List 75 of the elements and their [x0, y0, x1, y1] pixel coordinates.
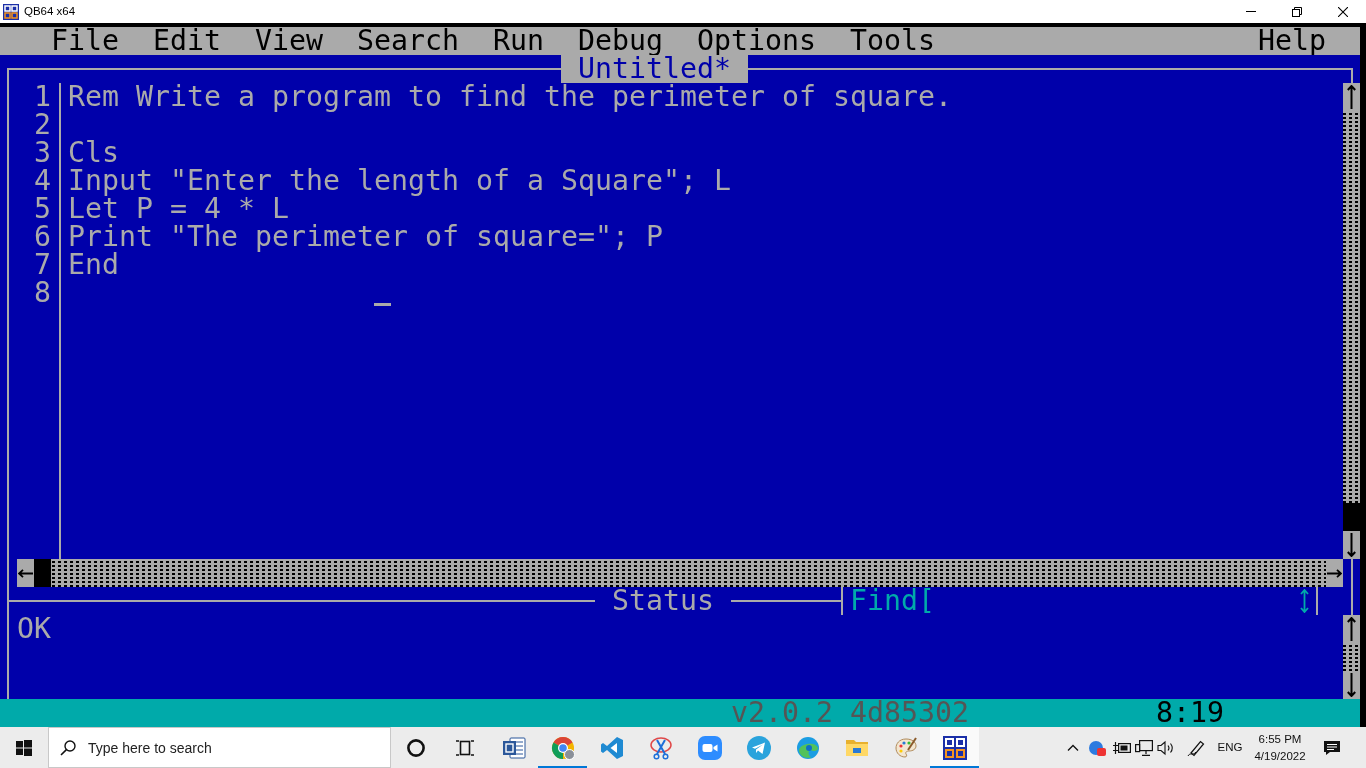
- menu-item[interactable]: Options: [680, 27, 833, 55]
- clock-time[interactable]: 6:55 PM: [1254, 730, 1306, 748]
- restore-icon: [1292, 6, 1302, 17]
- code-editor-icon: [599, 735, 624, 760]
- arrow-left-icon: [17, 568, 34, 578]
- status-message: OK: [17, 615, 52, 643]
- scroll-left-button[interactable]: [17, 559, 34, 587]
- paper-plane-icon: [746, 735, 771, 760]
- search-box[interactable]: Type here to search: [48, 727, 391, 768]
- speaker-icon[interactable]: [1157, 739, 1175, 756]
- browser-icon: [550, 735, 575, 760]
- language-indicator[interactable]: ENG: [1217, 738, 1243, 757]
- line-number: 1: [33, 83, 51, 111]
- arrow-up-icon: [1347, 84, 1356, 110]
- up-down-arrow-icon[interactable]: [1300, 589, 1309, 613]
- editor-title: Untitled*: [561, 55, 748, 83]
- menu-item[interactable]: Tools: [833, 27, 952, 55]
- code-line: Rem Write a program to find the perimeter of square.: [68, 83, 953, 111]
- circle-icon: [406, 738, 425, 757]
- document-icon: [501, 735, 526, 760]
- code-line: Input "Enter the length of a Square"; L: [68, 167, 732, 195]
- menu-item[interactable]: Edit: [136, 27, 238, 55]
- code-line: Print "The perimeter of square="; P: [68, 223, 664, 251]
- battery-plug-icon[interactable]: [1113, 740, 1131, 755]
- scrollbar-thumb[interactable]: [34, 559, 51, 587]
- windows-logo-icon: [16, 739, 32, 756]
- chevron-up-icon[interactable]: [1067, 744, 1079, 751]
- line-number: 8: [33, 279, 51, 307]
- line-number: 5: [33, 195, 51, 223]
- scroll-up-button[interactable]: [1343, 615, 1360, 643]
- code-line: End: [68, 251, 120, 279]
- line-number: 6: [33, 223, 51, 251]
- arrow-right-icon: [1327, 568, 1342, 578]
- palette-icon: [893, 735, 918, 760]
- swirl-icon: [795, 735, 820, 760]
- line-number: 2: [33, 111, 51, 139]
- menu-item[interactable]: Search: [340, 27, 476, 55]
- video-camera-icon: [697, 735, 722, 760]
- scrollbar-thumb[interactable]: [1343, 503, 1360, 531]
- cursor-position: 8:19: [1156, 699, 1225, 727]
- code-line: Cls: [68, 139, 120, 167]
- task-view-icon: [455, 739, 474, 756]
- menu-item[interactable]: File: [34, 27, 136, 55]
- clock-date[interactable]: 4/19/2022: [1254, 747, 1306, 765]
- network-icon[interactable]: [1135, 739, 1153, 756]
- scroll-down-button[interactable]: [1343, 531, 1360, 559]
- menu-item[interactable]: Run: [476, 27, 561, 55]
- version-label: v2.0.2 4d85302: [731, 699, 970, 727]
- search-field[interactable]: Type here to search: [88, 735, 368, 760]
- badge-app-icon[interactable]: [1088, 739, 1106, 756]
- window-title: QB64 x64: [24, 4, 76, 19]
- pen-icon[interactable]: [1187, 738, 1205, 757]
- app-icon: [3, 3, 19, 20]
- line-number: 4: [33, 167, 51, 195]
- arrow-up-icon: [1347, 616, 1356, 642]
- scissors-icon: [648, 735, 673, 760]
- scroll-up-button[interactable]: [1343, 83, 1360, 111]
- menu-item[interactable]: Debug: [561, 27, 680, 55]
- arrow-down-icon: [1347, 533, 1356, 557]
- line-number: 3: [33, 139, 51, 167]
- menu-item[interactable]: Help: [1241, 27, 1343, 55]
- menu-item[interactable]: View: [238, 27, 340, 55]
- line-number: 7: [33, 251, 51, 279]
- code-line: Let P = 4 * L: [68, 195, 289, 223]
- scroll-down-button[interactable]: [1343, 671, 1360, 699]
- close-icon: [1338, 6, 1348, 17]
- taskbar-button[interactable]: [930, 727, 979, 768]
- find-field[interactable]: Find[: [841, 587, 1318, 615]
- notification-icon[interactable]: [1323, 739, 1341, 756]
- status-title: Status: [611, 587, 715, 615]
- search-icon: [60, 739, 76, 756]
- minimize-icon: [1246, 11, 1256, 12]
- scroll-right-button[interactable]: [1326, 559, 1343, 587]
- app-tile-icon: [942, 735, 967, 760]
- arrow-down-icon: [1347, 673, 1356, 697]
